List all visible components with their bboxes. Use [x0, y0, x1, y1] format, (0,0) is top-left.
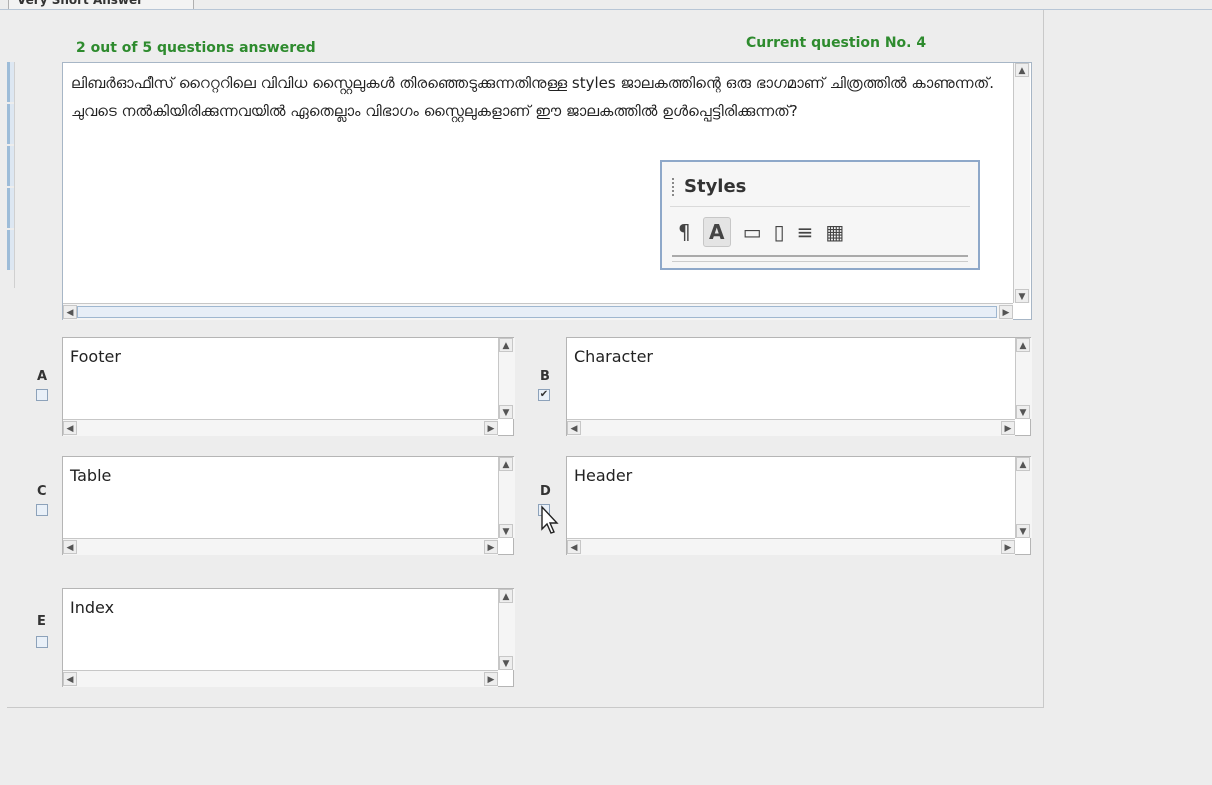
option-a-answer-box[interactable]: Footer ▲ ▼ ◀ ▶: [62, 337, 515, 436]
frame-styles-icon: ▭: [742, 220, 762, 244]
tab-strip: Very Short Answer: [0, 0, 1212, 10]
scroll-left-icon[interactable]: ◀: [63, 421, 77, 435]
scroll-left-icon[interactable]: ◀: [63, 305, 77, 319]
scroll-left-icon[interactable]: ◀: [567, 421, 581, 435]
scroll-down-icon[interactable]: ▼: [499, 656, 513, 670]
scroll-down-icon[interactable]: ▼: [1016, 524, 1030, 538]
nav-item[interactable]: [7, 62, 14, 102]
tab-very-short-answer[interactable]: Very Short Answer: [8, 0, 194, 9]
scroll-down-icon[interactable]: ▼: [1015, 289, 1029, 303]
scroll-right-icon[interactable]: ▶: [999, 305, 1013, 319]
styles-window-image: Styles ¶ A ▭ ▯ ≡ ▦: [660, 160, 980, 270]
scroll-up-icon[interactable]: ▲: [499, 589, 513, 603]
scroll-down-icon[interactable]: ▼: [499, 405, 513, 419]
nav-item[interactable]: [7, 104, 14, 144]
scroll-thumb[interactable]: [77, 306, 997, 318]
scroll-right-icon[interactable]: ▶: [1001, 421, 1015, 435]
scroll-up-icon[interactable]: ▲: [499, 338, 513, 352]
option-e-answer-box[interactable]: Index ▲ ▼ ◀ ▶: [62, 588, 515, 687]
option-d-letter: D: [540, 484, 551, 499]
option-a-letter: A: [37, 369, 48, 384]
question-navigator: [7, 62, 15, 288]
divider: [670, 206, 970, 207]
scroll-left-icon[interactable]: ◀: [63, 672, 77, 686]
scroll-down-icon[interactable]: ▼: [1016, 405, 1030, 419]
option-b-checkbox[interactable]: ✔: [538, 389, 550, 401]
page-styles-icon: ▯: [773, 220, 785, 244]
nav-item[interactable]: [7, 146, 14, 186]
scroll-up-icon[interactable]: ▲: [499, 457, 513, 471]
grip-icon: [672, 178, 676, 196]
question-text: ലിബർഓഫീസ് റൈറ്ററിലെ വിവിധ സ്റ്റൈലുകൾ തിര…: [71, 74, 994, 120]
answered-count: 2 out of 5 questions answered: [76, 40, 316, 56]
nav-item[interactable]: [7, 230, 14, 270]
vertical-scrollbar[interactable]: ▲ ▼: [1015, 457, 1032, 538]
scroll-up-icon[interactable]: ▲: [1015, 63, 1029, 77]
scroll-right-icon[interactable]: ▶: [1001, 540, 1015, 554]
horizontal-scrollbar[interactable]: ◀ ▶: [63, 538, 498, 555]
option-e-checkbox[interactable]: [36, 636, 48, 648]
vertical-scrollbar[interactable]: ▲ ▼: [498, 338, 515, 419]
option-a-text: Footer: [70, 347, 121, 366]
paragraph-styles-icon: ¶: [678, 220, 691, 244]
scroll-down-icon[interactable]: ▼: [499, 524, 513, 538]
question-area: ലിബർഓഫീസ് റൈറ്ററിലെ വിവിധ സ്റ്റൈലുകൾ തിര…: [62, 62, 1032, 320]
vertical-scrollbar[interactable]: ▲ ▼: [498, 589, 515, 670]
option-e-letter: E: [37, 614, 46, 629]
option-c-answer-box[interactable]: Table ▲ ▼ ◀ ▶: [62, 456, 515, 555]
vertical-scrollbar[interactable]: ▲ ▼: [498, 457, 515, 538]
option-b-text: Character: [574, 347, 653, 366]
option-b-letter: B: [540, 369, 550, 384]
table-styles-icon: ▦: [825, 220, 845, 244]
mouse-pointer-icon: [541, 505, 559, 534]
scroll-left-icon[interactable]: ◀: [63, 540, 77, 554]
styles-toolbar: ¶ A ▭ ▯ ≡ ▦: [678, 217, 844, 247]
option-e-text: Index: [70, 598, 115, 617]
scroll-up-icon[interactable]: ▲: [1016, 457, 1030, 471]
nav-item[interactable]: [7, 188, 14, 228]
list-styles-icon: ≡: [796, 220, 814, 244]
option-c-checkbox[interactable]: [36, 504, 48, 516]
divider: [672, 255, 968, 262]
styles-title: Styles: [684, 176, 747, 197]
current-question-number: Current question No. 4: [746, 35, 927, 51]
vertical-scrollbar[interactable]: ▲ ▼: [1015, 338, 1032, 419]
option-c-letter: C: [37, 484, 47, 499]
horizontal-scrollbar[interactable]: ◀ ▶: [567, 538, 1015, 555]
option-d-answer-box[interactable]: Header ▲ ▼ ◀ ▶: [566, 456, 1032, 555]
vertical-scrollbar[interactable]: ▲ ▼: [1013, 63, 1030, 303]
scroll-up-icon[interactable]: ▲: [1016, 338, 1030, 352]
scroll-right-icon[interactable]: ▶: [484, 672, 498, 686]
horizontal-scrollbar[interactable]: ◀ ▶: [63, 419, 498, 436]
option-b-answer-box[interactable]: Character ▲ ▼ ◀ ▶: [566, 337, 1032, 436]
horizontal-scrollbar[interactable]: ◀ ▶: [63, 670, 498, 687]
horizontal-scrollbar[interactable]: ◀ ▶: [567, 419, 1015, 436]
scroll-right-icon[interactable]: ▶: [484, 421, 498, 435]
scroll-right-icon[interactable]: ▶: [484, 540, 498, 554]
option-a-checkbox[interactable]: [36, 389, 48, 401]
horizontal-scrollbar[interactable]: ◀ ▶: [63, 303, 1013, 320]
option-d-text: Header: [574, 466, 633, 485]
option-c-text: Table: [70, 466, 112, 485]
scroll-left-icon[interactable]: ◀: [567, 540, 581, 554]
character-styles-icon: A: [702, 217, 731, 247]
